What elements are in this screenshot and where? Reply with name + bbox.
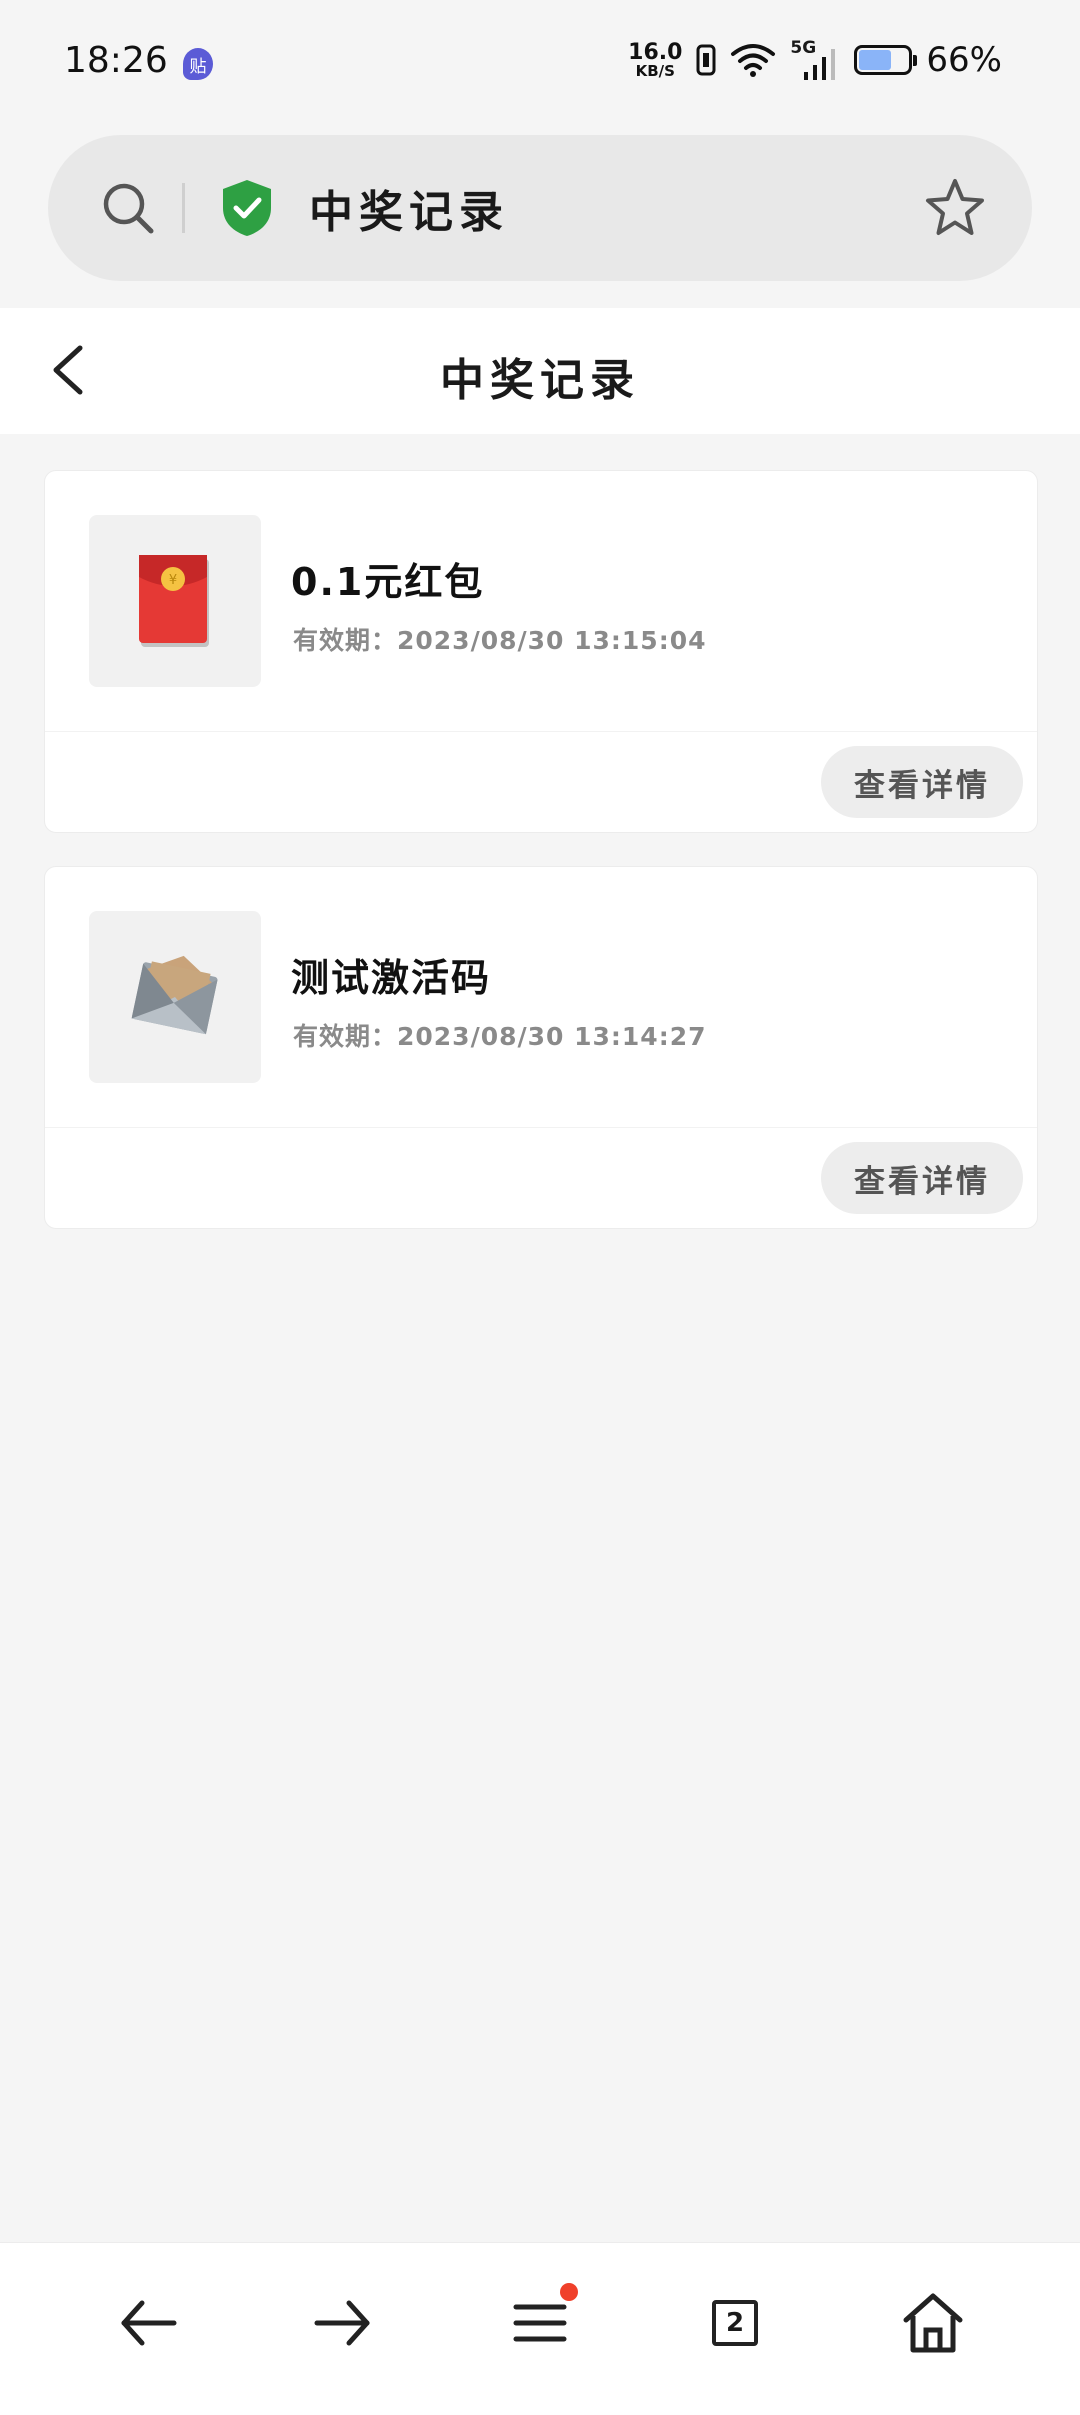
network-speed-unit: KB/S xyxy=(635,61,675,80)
red-envelope-icon: ¥ xyxy=(139,555,209,647)
nav-tabs-button[interactable]: 2 xyxy=(695,2283,775,2363)
record-info: 测试激活码 有效期：2023/08/30 13:14:27 xyxy=(45,867,1037,1128)
nav-menu-button[interactable] xyxy=(500,2283,580,2363)
network-speed: 16.0 KB/S xyxy=(628,39,683,80)
page-header: 中奖记录 xyxy=(0,308,1080,434)
record-actions: 查看详情 xyxy=(45,1128,1037,1228)
battery-percent: 66% xyxy=(926,40,1002,80)
back-arrow-icon xyxy=(121,2300,177,2346)
prize-expiry: 有效期：2023/08/30 13:15:04 xyxy=(293,626,707,655)
address-title[interactable]: 中奖记录 xyxy=(309,176,509,240)
svg-text:¥: ¥ xyxy=(169,573,177,588)
address-divider xyxy=(182,183,185,233)
prize-name: 测试激活码 xyxy=(291,956,492,1000)
record-card: 测试激活码 有效期：2023/08/30 13:14:27 查看详情 xyxy=(44,866,1038,1229)
hd-icon xyxy=(696,44,716,76)
nav-back-button[interactable] xyxy=(108,2283,188,2363)
bottom-navigation: 2 xyxy=(0,2242,1080,2415)
record-info: ¥ 0.1元红包 有效期：2023/08/30 13:15:04 xyxy=(45,471,1037,732)
record-actions: 查看详情 xyxy=(45,732,1037,832)
network-speed-value: 16.0 xyxy=(628,39,683,65)
status-bar: 18:26 贴 16.0 KB/S 5G 66% xyxy=(0,0,1080,130)
battery-icon xyxy=(854,45,918,75)
nav-forward-button[interactable] xyxy=(303,2283,383,2363)
record-card: ¥ 0.1元红包 有效期：2023/08/30 13:15:04 查看详情 xyxy=(44,470,1038,833)
prize-expiry: 有效期：2023/08/30 13:14:27 xyxy=(293,1022,707,1051)
view-details-button[interactable]: 查看详情 xyxy=(821,746,1023,818)
view-details-button[interactable]: 查看详情 xyxy=(821,1142,1023,1214)
prize-name: 0.1元红包 xyxy=(291,560,485,604)
address-bar[interactable]: 中奖记录 xyxy=(48,135,1032,281)
status-time: 18:26 xyxy=(64,40,168,81)
wifi-icon xyxy=(731,44,776,77)
search-icon[interactable] xyxy=(100,180,156,236)
forward-arrow-icon xyxy=(314,2300,370,2346)
star-icon[interactable] xyxy=(924,177,986,239)
cell-signal-icon: 5G xyxy=(790,38,840,80)
record-thumbnail: ¥ xyxy=(89,515,261,687)
menu-icon xyxy=(513,2304,567,2342)
nav-home-button[interactable] xyxy=(893,2283,973,2363)
notification-dot xyxy=(560,2283,578,2301)
envelope-icon xyxy=(131,955,218,1035)
status-indicators: 16.0 KB/S 5G 66% xyxy=(628,38,1002,80)
page-title: 中奖记录 xyxy=(440,355,640,406)
tabs-icon: 2 xyxy=(712,2300,758,2346)
notification-icon: 贴 xyxy=(183,48,213,80)
shield-check-icon[interactable] xyxy=(221,178,273,238)
record-thumbnail xyxy=(89,911,261,1083)
home-icon xyxy=(903,2293,963,2353)
